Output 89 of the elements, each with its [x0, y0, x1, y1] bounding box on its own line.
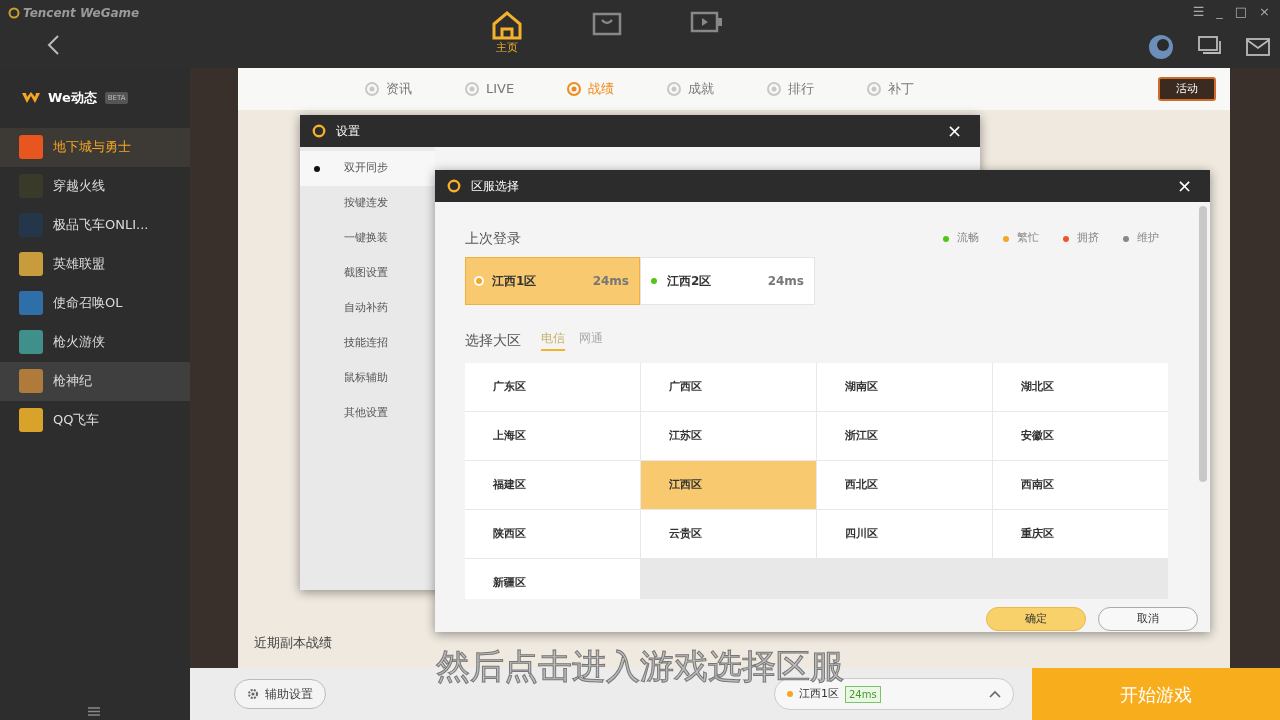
bag-icon	[592, 10, 622, 36]
cancel-button[interactable]: 取消	[1098, 607, 1198, 631]
section-label: 上次登录	[465, 229, 521, 248]
region-option[interactable]: 重庆区	[993, 510, 1168, 558]
sidebar-item[interactable]: 地下城与勇士	[0, 127, 190, 167]
legend-label: 流畅	[957, 230, 979, 247]
close-button[interactable]: ×	[1259, 2, 1270, 22]
sidebar-item[interactable]: 枪神纪	[0, 361, 190, 401]
video-icon	[690, 10, 724, 34]
avatar[interactable]	[1148, 33, 1174, 60]
tab-icon	[464, 81, 480, 97]
ping-text: 24ms	[592, 273, 629, 290]
settings-menu-item[interactable]: 其他设置	[300, 396, 435, 431]
logo-icon	[312, 124, 326, 138]
server-name: 江西1区	[492, 273, 537, 290]
close-button[interactable]: ×	[940, 121, 968, 141]
tab[interactable]: LIVE	[458, 79, 521, 99]
region-option[interactable]: 广东区	[465, 363, 640, 411]
gear-icon	[247, 688, 259, 700]
sidebar-item[interactable]: 穿越火线	[0, 166, 190, 206]
settings-menu-item[interactable]: 截图设置	[300, 256, 435, 291]
tab-icon	[364, 81, 380, 97]
sidebar-item[interactable]: QQ飞车	[0, 400, 190, 440]
server-name: 江西2区	[667, 273, 712, 290]
settings-menu-item[interactable]: 按键连发	[300, 186, 435, 221]
tab[interactable]: 成就	[660, 79, 721, 99]
event-button[interactable]: 活动	[1158, 76, 1216, 102]
we-logo-icon	[22, 91, 40, 104]
helper-settings-button[interactable]: 辅助设置	[234, 679, 326, 709]
legend-label: 繁忙	[1017, 230, 1039, 247]
home-icon	[490, 10, 524, 40]
mail-icon[interactable]	[1246, 36, 1270, 57]
menu-icon[interactable]: ☰	[1192, 2, 1205, 22]
logo-icon	[8, 7, 20, 19]
settings-menu-item[interactable]: 技能连招	[300, 326, 435, 361]
tab[interactable]: 排行	[760, 79, 821, 99]
logo-icon	[447, 179, 461, 193]
region-option[interactable]: 安徽区	[993, 412, 1168, 460]
legend-label: 拥挤	[1077, 230, 1099, 247]
region-option[interactable]: 福建区	[465, 461, 640, 509]
tab-icon	[566, 81, 583, 97]
sidebar-item[interactable]: 枪火游侠	[0, 322, 190, 362]
dialog-title: 设置	[336, 123, 360, 140]
section-heading: 近期副本战绩	[254, 633, 333, 652]
region-option[interactable]: 浙江区	[817, 412, 992, 460]
sidebar-item[interactable]: 使命召唤OL	[0, 283, 190, 323]
region-option[interactable]: 江苏区	[641, 412, 816, 460]
region-option[interactable]: 湖北区	[993, 363, 1168, 411]
recent-server-card[interactable]: 江西1区 24ms	[465, 257, 640, 305]
server-name: 江西1区	[799, 685, 839, 702]
settings-menu-item[interactable]: 一键换装	[300, 221, 435, 256]
tab[interactable]: 补丁	[860, 79, 921, 99]
recent-server-card[interactable]: 江西2区 24ms	[640, 257, 815, 305]
bullet-icon	[314, 165, 320, 172]
region-option[interactable]: 新疆区	[465, 559, 640, 599]
region-option[interactable]: 广西区	[641, 363, 816, 411]
close-button[interactable]: ×	[1170, 176, 1198, 196]
legend-label: 维护	[1137, 230, 1159, 247]
sidebar-item[interactable]: 英雄联盟	[0, 244, 190, 284]
section-label: 选择大区	[465, 331, 521, 350]
app-title: Tencent WeGame	[23, 5, 140, 22]
sidebar-item[interactable]: 极品飞车ONLI...	[0, 205, 190, 245]
region-option[interactable]: 西南区	[993, 461, 1168, 509]
confirm-button[interactable]: 确定	[986, 607, 1086, 631]
scrollbar[interactable]	[1199, 206, 1207, 482]
region-option[interactable]: 陕西区	[465, 510, 640, 558]
dialog-title: 区服选择	[471, 178, 519, 195]
region-option[interactable]: 四川区	[817, 510, 992, 558]
region-option[interactable]: 云贵区	[641, 510, 816, 558]
menu-icon[interactable]	[88, 707, 100, 716]
section-title[interactable]: We动态	[48, 88, 97, 108]
settings-menu-item[interactable]: 自动补药	[300, 291, 435, 326]
nav-tab[interactable]: 主页	[482, 10, 532, 57]
settings-menu-item[interactable]: 双开同步	[300, 151, 435, 186]
back-icon[interactable]	[46, 34, 60, 56]
region-option[interactable]: 江西区	[641, 461, 816, 509]
tab-icon	[766, 81, 783, 97]
minimize-button[interactable]: _	[1216, 2, 1223, 22]
region-option[interactable]: 湖南区	[817, 363, 992, 411]
tab-icon	[666, 81, 683, 97]
region-option[interactable]: 西北区	[817, 461, 992, 509]
ping-text: 24ms	[767, 273, 804, 290]
maximize-button[interactable]: □	[1234, 2, 1248, 22]
ping-badge: 24ms	[845, 685, 881, 703]
settings-menu-item[interactable]: 鼠标辅助	[300, 361, 435, 396]
region-option[interactable]: 上海区	[465, 412, 640, 460]
tab-icon	[866, 81, 883, 97]
caret-icon	[989, 690, 1001, 698]
tab[interactable]: 资讯	[358, 79, 418, 99]
